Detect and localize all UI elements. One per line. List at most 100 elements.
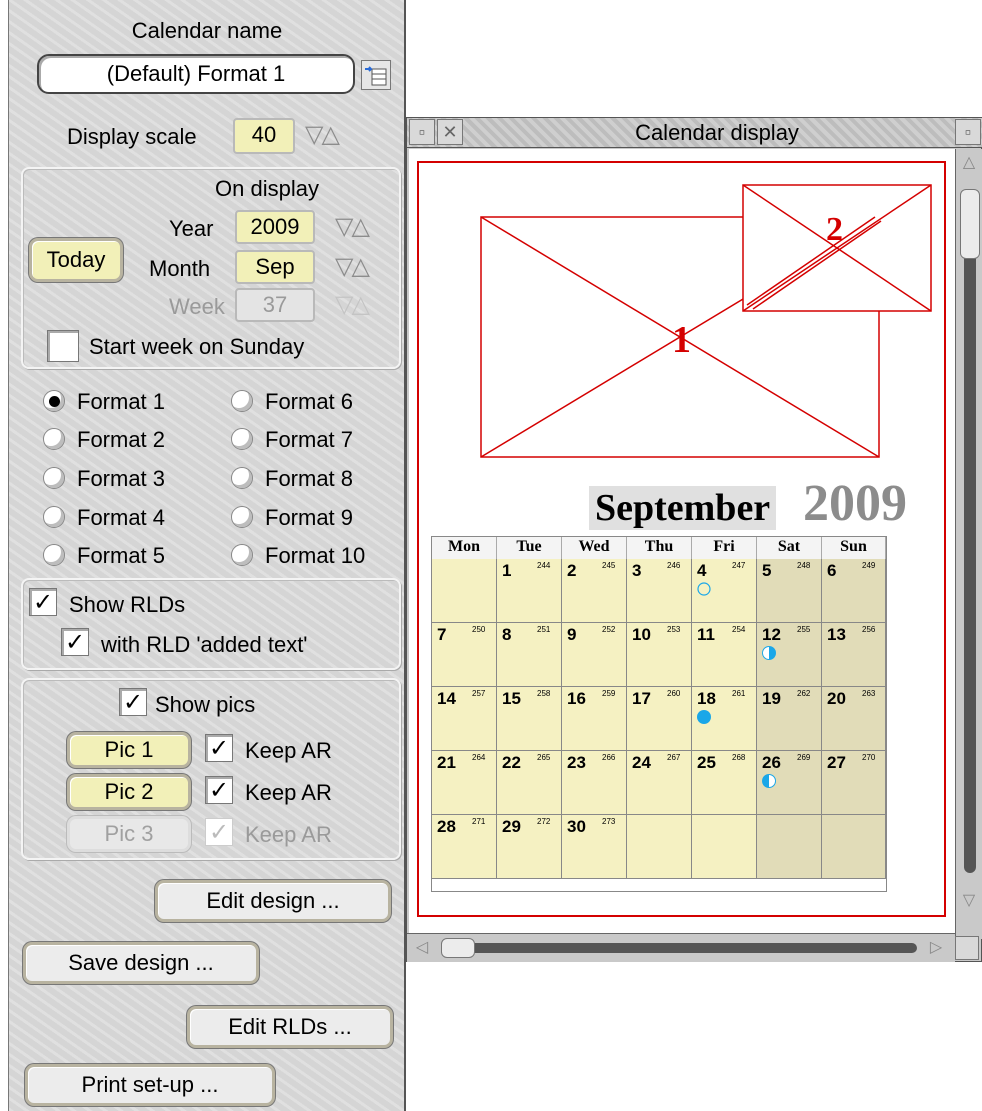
day-number: 26 xyxy=(762,753,781,772)
day-cell[interactable]: 8 251 xyxy=(497,623,562,687)
day-cell[interactable]: 15 258 xyxy=(497,687,562,751)
format-7-radio[interactable] xyxy=(231,428,253,450)
day-cell[interactable]: 16 259 xyxy=(562,687,627,751)
rld-added-text-checkbox[interactable]: ✓ xyxy=(61,628,89,656)
day-cell[interactable]: 3 246 xyxy=(627,559,692,623)
calendar-name-field[interactable]: (Default) Format 1 xyxy=(37,54,355,94)
scroll-right-icon[interactable]: ▷ xyxy=(925,936,947,960)
day-cell[interactable]: 14 257 xyxy=(432,687,497,751)
format-7-label: Format 7 xyxy=(265,427,354,452)
today-button[interactable]: Today xyxy=(29,238,123,282)
format-5-radio[interactable] xyxy=(43,544,65,566)
day-cell[interactable]: 9 252 xyxy=(562,623,627,687)
format-6-radio[interactable] xyxy=(231,390,253,412)
day-cell[interactable]: 10 253 xyxy=(627,623,692,687)
pic-2-button[interactable]: Pic 2 xyxy=(67,774,191,810)
month-arrows-icon[interactable]: ▽△ xyxy=(335,254,370,280)
print-setup-button[interactable]: Print set-up ... xyxy=(25,1064,275,1106)
day-cell[interactable]: 29 272 xyxy=(497,815,562,879)
display-scale-arrows-icon[interactable]: ▽△ xyxy=(305,122,340,148)
pic-1-keep-ar-checkbox[interactable]: ✓ xyxy=(205,734,233,762)
format-2-radio[interactable] xyxy=(43,428,65,450)
format-4-radio[interactable] xyxy=(43,506,65,528)
day-number: 15 xyxy=(502,689,521,708)
day-of-year: 250 xyxy=(472,625,486,634)
pic-3-keep-ar-label: Keep AR xyxy=(245,822,332,847)
day-cell[interactable]: 13 256 xyxy=(822,623,886,687)
show-rlds-checkbox[interactable]: ✓ xyxy=(29,588,57,616)
pic-1-button[interactable]: Pic 1 xyxy=(67,732,191,768)
edit-design-button[interactable]: Edit design ... xyxy=(155,880,391,922)
year-field[interactable]: 2009 xyxy=(235,210,315,244)
vertical-scrollbar[interactable]: △ ▽ xyxy=(955,149,982,939)
day-cell[interactable]: 5 248 xyxy=(757,559,822,623)
day-cell[interactable]: 28 271 xyxy=(432,815,497,879)
horizontal-scrollbar[interactable]: ◁ ▷ xyxy=(407,933,979,962)
horizontal-scroll-thumb[interactable] xyxy=(441,938,475,958)
vertical-scroll-track[interactable] xyxy=(964,233,976,873)
day-cell[interactable]: 11 254 xyxy=(692,623,757,687)
day-cell[interactable]: 21 264 xyxy=(432,751,497,815)
month-field[interactable]: Sep xyxy=(235,250,315,284)
picture-2-label: 2 xyxy=(826,211,843,248)
day-cell[interactable]: 17 260 xyxy=(627,687,692,751)
format-10-radio[interactable] xyxy=(231,544,253,566)
format-8-radio[interactable] xyxy=(231,467,253,489)
scroll-left-icon[interactable]: ◁ xyxy=(411,936,433,960)
scroll-down-icon[interactable]: ▽ xyxy=(958,889,980,913)
format-9-radio[interactable] xyxy=(231,506,253,528)
save-design-button[interactable]: Save design ... xyxy=(23,942,259,984)
scroll-up-icon[interactable]: △ xyxy=(958,151,980,175)
week-field[interactable]: 37 xyxy=(235,288,315,322)
pic-2-keep-ar-checkbox[interactable]: ✓ xyxy=(205,776,233,804)
day-cell[interactable]: 7 250 xyxy=(432,623,497,687)
day-cell[interactable]: 6 249 xyxy=(822,559,886,623)
year-arrows-icon[interactable]: ▽△ xyxy=(335,214,370,240)
day-cell[interactable]: 19 262 xyxy=(757,687,822,751)
edit-rlds-button[interactable]: Edit RLDs ... xyxy=(187,1006,393,1048)
month-label: Month xyxy=(149,256,211,281)
day-cell[interactable]: 27 270 xyxy=(822,751,886,815)
day-of-year: 271 xyxy=(472,817,486,826)
day-cell[interactable]: 24 267 xyxy=(627,751,692,815)
day-cell[interactable]: 18 261 xyxy=(692,687,757,751)
day-cell[interactable]: 12 255 xyxy=(757,623,822,687)
horizontal-scroll-track[interactable] xyxy=(447,943,917,953)
start-week-sunday-label: Start week on Sunday xyxy=(89,334,305,359)
day-of-year: 247 xyxy=(732,561,746,570)
day-cell[interactable]: 26 269 xyxy=(757,751,822,815)
format-1-radio[interactable] xyxy=(43,390,65,412)
calendar-menu-icon[interactable] xyxy=(361,60,391,90)
calendar-name-label: Calendar name xyxy=(131,18,283,43)
display-scale-field[interactable]: 40 xyxy=(233,118,295,154)
day-of-year: 263 xyxy=(862,689,876,698)
day-cell[interactable]: 4 247 xyxy=(692,559,757,623)
day-cell[interactable]: 20 263 xyxy=(822,687,886,751)
day-of-year: 266 xyxy=(602,753,616,762)
day-number: 2 xyxy=(567,561,577,580)
start-week-sunday-checkbox[interactable] xyxy=(47,330,79,362)
day-of-year: 264 xyxy=(472,753,486,762)
day-cell[interactable]: 23 266 xyxy=(562,751,627,815)
day-cell[interactable]: 22 265 xyxy=(497,751,562,815)
format-9-label: Format 9 xyxy=(265,505,354,530)
day-number: 6 xyxy=(827,561,837,580)
show-pics-checkbox[interactable]: ✓ xyxy=(119,688,147,716)
close-icon[interactable]: ✕ xyxy=(437,119,463,145)
back-icon[interactable]: ▫ xyxy=(409,119,435,145)
week-arrows-icon[interactable]: ▽△ xyxy=(335,292,370,318)
pic-3-button[interactable]: Pic 3 xyxy=(67,816,191,852)
picture-1-label: 1 xyxy=(672,319,691,361)
pic-3-keep-ar-checkbox[interactable]: ✓ xyxy=(205,818,233,846)
window-title-bar[interactable]: ▫ ✕ Calendar display ▫ xyxy=(407,118,982,148)
resize-icon[interactable] xyxy=(955,936,979,960)
toggle-size-icon[interactable]: ▫ xyxy=(955,119,981,145)
day-cell[interactable]: 2 245 xyxy=(562,559,627,623)
day-cell[interactable]: 1 244 xyxy=(497,559,562,623)
day-cell[interactable]: 30 273 xyxy=(562,815,627,879)
format-3-radio[interactable] xyxy=(43,467,65,489)
day-cell[interactable]: 25 268 xyxy=(692,751,757,815)
day-of-year: 262 xyxy=(797,689,811,698)
vertical-scroll-thumb[interactable] xyxy=(960,189,980,259)
format-5-label: Format 5 xyxy=(77,543,166,568)
